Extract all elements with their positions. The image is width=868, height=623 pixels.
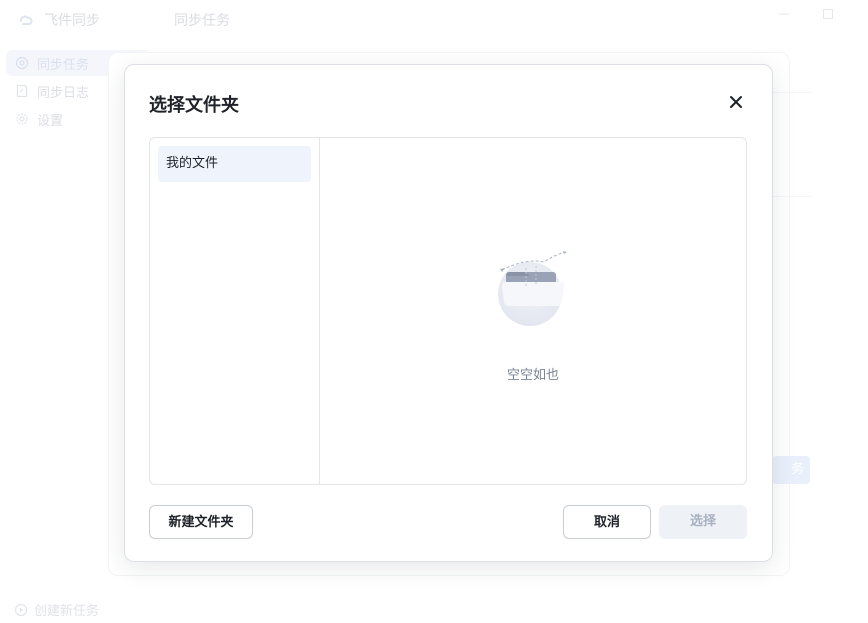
tree-item-my-files[interactable]: 我的文件	[158, 146, 311, 182]
close-button[interactable]	[725, 91, 747, 113]
empty-state-text: 空空如也	[506, 368, 559, 383]
folder-contents: 空空如也	[320, 138, 746, 484]
dialog-title: 选择文件夹	[149, 95, 239, 116]
close-icon	[730, 96, 742, 108]
folder-picker: 我的文件 空空如也	[149, 137, 747, 485]
new-folder-button[interactable]: 新建文件夹	[149, 505, 253, 539]
select-button[interactable]: 选择	[659, 505, 747, 539]
cancel-button[interactable]: 取消	[563, 505, 651, 539]
empty-folder-icon	[498, 251, 567, 326]
select-folder-dialog: 选择文件夹 我的文件 空空如也 新建文件夹 取消 选择	[124, 64, 773, 562]
folder-tree: 我的文件	[150, 138, 320, 484]
